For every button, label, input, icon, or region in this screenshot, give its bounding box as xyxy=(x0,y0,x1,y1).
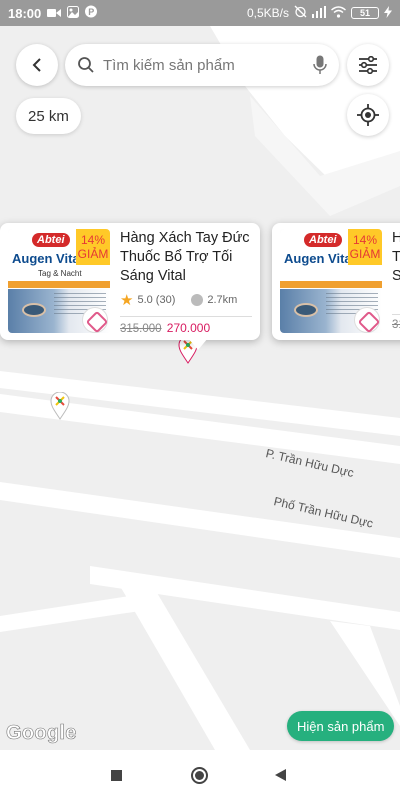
wifi-icon xyxy=(331,5,346,21)
filter-icon xyxy=(359,56,377,74)
product-image-subtitle: Tag & Nacht xyxy=(38,269,82,278)
radius-selector[interactable]: 25 km xyxy=(16,98,81,134)
filter-button[interactable] xyxy=(347,44,389,86)
show-products-button[interactable]: Hiện sản phẩm xyxy=(287,711,395,741)
locate-icon xyxy=(357,104,379,126)
product-image-title: Augen Vital xyxy=(12,251,84,266)
search-icon xyxy=(78,57,94,73)
google-attribution: Google xyxy=(6,722,77,745)
product-card[interactable]: Abtei Augen Vital 14% GIẢM H T S 31 xyxy=(272,223,400,340)
video-icon xyxy=(47,6,62,21)
network-speed: 0,5KB/s xyxy=(246,6,289,20)
system-nav-bar xyxy=(0,750,400,800)
map-pin[interactable] xyxy=(50,391,70,420)
product-distance: 2.7km xyxy=(207,294,238,306)
my-location-button[interactable] xyxy=(347,94,389,136)
brand-logo: Abtei xyxy=(32,233,70,247)
status-bar: 18:00 P 0,5KB/s 51 xyxy=(0,0,400,26)
system-back-button[interactable] xyxy=(275,769,286,781)
recents-button[interactable] xyxy=(111,770,122,781)
product-card[interactable]: Abtei Augen Vital Tag & Nacht 14% GIẢM H… xyxy=(0,223,260,340)
back-icon xyxy=(32,58,41,72)
svg-text:P: P xyxy=(88,7,94,17)
status-time: 18:00 xyxy=(8,5,42,21)
search-input[interactable] xyxy=(103,56,313,74)
discount-badge: 14% GIẢM xyxy=(76,229,110,265)
product-image: Abtei Augen Vital Tag & Nacht 14% GIẢM xyxy=(8,229,110,333)
discount-badge: 14% GIẢM xyxy=(348,229,382,265)
product-name: H T S xyxy=(392,230,400,284)
shop-badge-icon xyxy=(354,307,380,333)
shop-badge-icon xyxy=(82,307,108,333)
distance-icon xyxy=(191,294,204,306)
new-price: 270.000 xyxy=(166,321,211,335)
home-button[interactable] xyxy=(191,767,208,784)
signal-icon xyxy=(312,5,326,21)
old-price: 315.000 xyxy=(120,323,162,335)
mic-icon[interactable] xyxy=(313,55,327,75)
star-icon: ★ xyxy=(120,292,134,309)
product-name: Hàng Xách Tay Đức Thuốc Bổ Trợ Tối Sáng … xyxy=(120,230,250,284)
app-p-icon: P xyxy=(85,5,98,21)
back-button[interactable] xyxy=(16,44,58,86)
charging-icon xyxy=(384,5,392,21)
search-bar[interactable] xyxy=(65,44,339,86)
map-roads xyxy=(0,26,400,750)
alarm-off-icon xyxy=(294,5,307,21)
image-icon xyxy=(67,5,80,21)
card-pointer xyxy=(188,338,208,350)
product-rating: 5.0 (30) xyxy=(137,294,176,306)
brand-logo: Abtei xyxy=(304,233,342,247)
product-image: Abtei Augen Vital 14% GIẢM xyxy=(280,229,382,333)
battery-indicator: 51 xyxy=(351,7,379,19)
old-price: 31 xyxy=(392,319,400,331)
product-image-title: Augen Vital xyxy=(284,251,356,266)
map-view[interactable]: P. Trần Hữu Dực Phố Trần Hữu Dực Google xyxy=(0,26,400,750)
